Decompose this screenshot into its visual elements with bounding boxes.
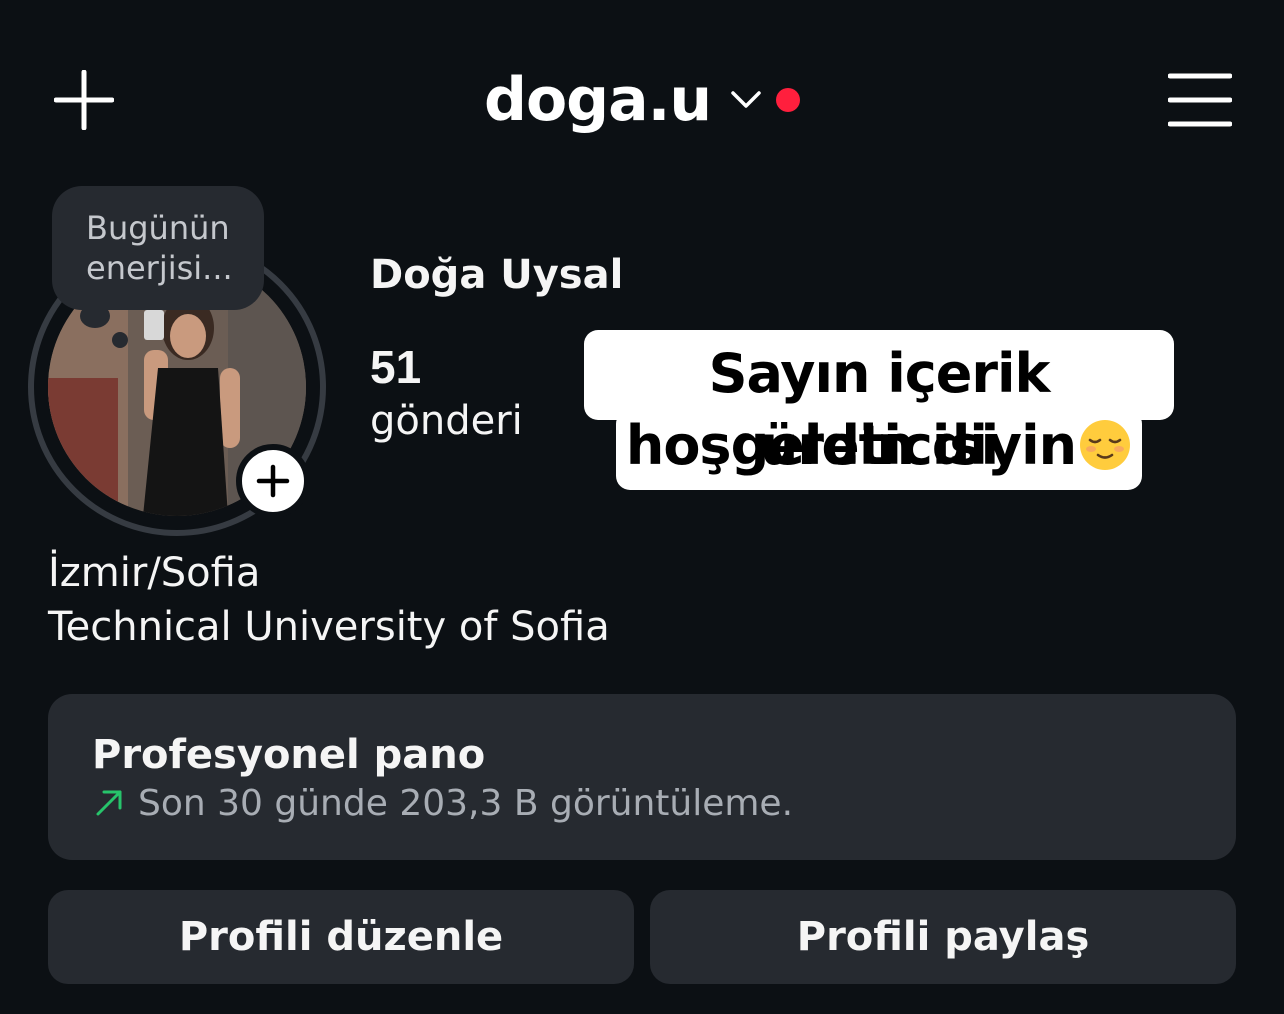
posts-count[interactable]: 51 (370, 340, 421, 394)
posts-label[interactable]: gönderi (370, 398, 523, 444)
notification-dot (776, 88, 800, 112)
account-switcher-username[interactable]: doga.u (484, 62, 712, 138)
share-profile-button[interactable]: Profili paylaş (650, 890, 1236, 984)
caption-line2-container: hoşgeldin diyin (616, 410, 1142, 482)
share-profile-label: Profili paylaş (796, 914, 1090, 960)
dashboard-title: Profesyonel pano (92, 732, 486, 778)
bio-location: İzmir/Sofia (48, 550, 261, 596)
chevron-down-icon[interactable] (730, 88, 762, 110)
menu-button[interactable] (1167, 72, 1233, 128)
plus-icon (256, 464, 290, 498)
edit-profile-label: Profili düzenle (178, 914, 504, 960)
relieved-face-emoji (1080, 420, 1131, 470)
caption-line2: hoşgeldin diyin (625, 414, 1077, 477)
edit-profile-button[interactable]: Profili düzenle (48, 890, 634, 984)
note-bubble-tail-dot (112, 332, 128, 348)
plus-icon (53, 69, 115, 131)
create-button[interactable] (53, 69, 115, 131)
dashboard-stat: Son 30 günde 203,3 B görüntüleme. (138, 783, 794, 824)
full-name: Doğa Uysal (370, 252, 624, 298)
arrow-up-right-icon (94, 788, 124, 818)
hamburger-menu-icon (1167, 73, 1233, 127)
bio-school: Technical University of Sofia (48, 604, 610, 650)
add-story-button[interactable] (236, 444, 310, 518)
profile-note[interactable]: Bugünün enerjisi... (52, 186, 264, 310)
